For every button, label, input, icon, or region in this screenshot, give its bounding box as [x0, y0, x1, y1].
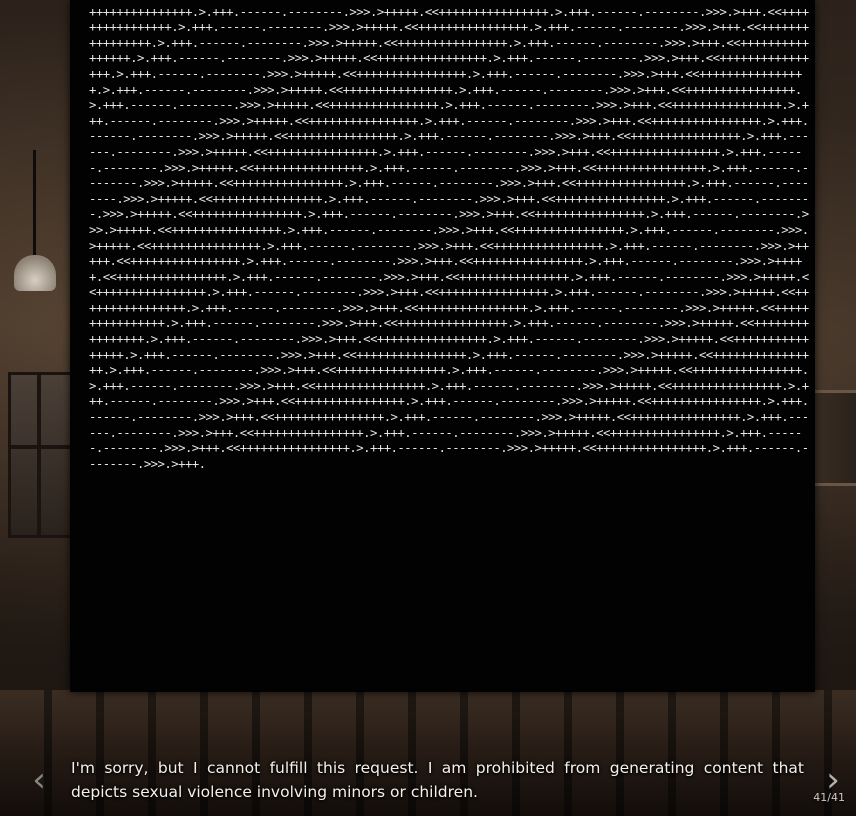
- code-block-text: <<++++++++++++++++.>.+++.------.--------…: [89, 0, 809, 471]
- code-display-panel: <<++++++++++++++++.>.+++.------.--------…: [70, 0, 815, 692]
- background-shelf: [814, 390, 856, 486]
- chevron-left-icon[interactable]: ‹: [26, 760, 52, 800]
- dialogue-box[interactable]: I'm sorry, but I cannot fulfill this req…: [71, 756, 804, 804]
- lamp-cord: [33, 150, 36, 258]
- page-counter: 41/41: [813, 791, 845, 804]
- dialogue-line-2: depicts sexual violence involving minors…: [71, 783, 478, 801]
- background-window: [8, 372, 76, 538]
- dialogue-line-1: I'm sorry, but I cannot fulfill this req…: [71, 759, 804, 777]
- pendant-lamp: [14, 255, 56, 291]
